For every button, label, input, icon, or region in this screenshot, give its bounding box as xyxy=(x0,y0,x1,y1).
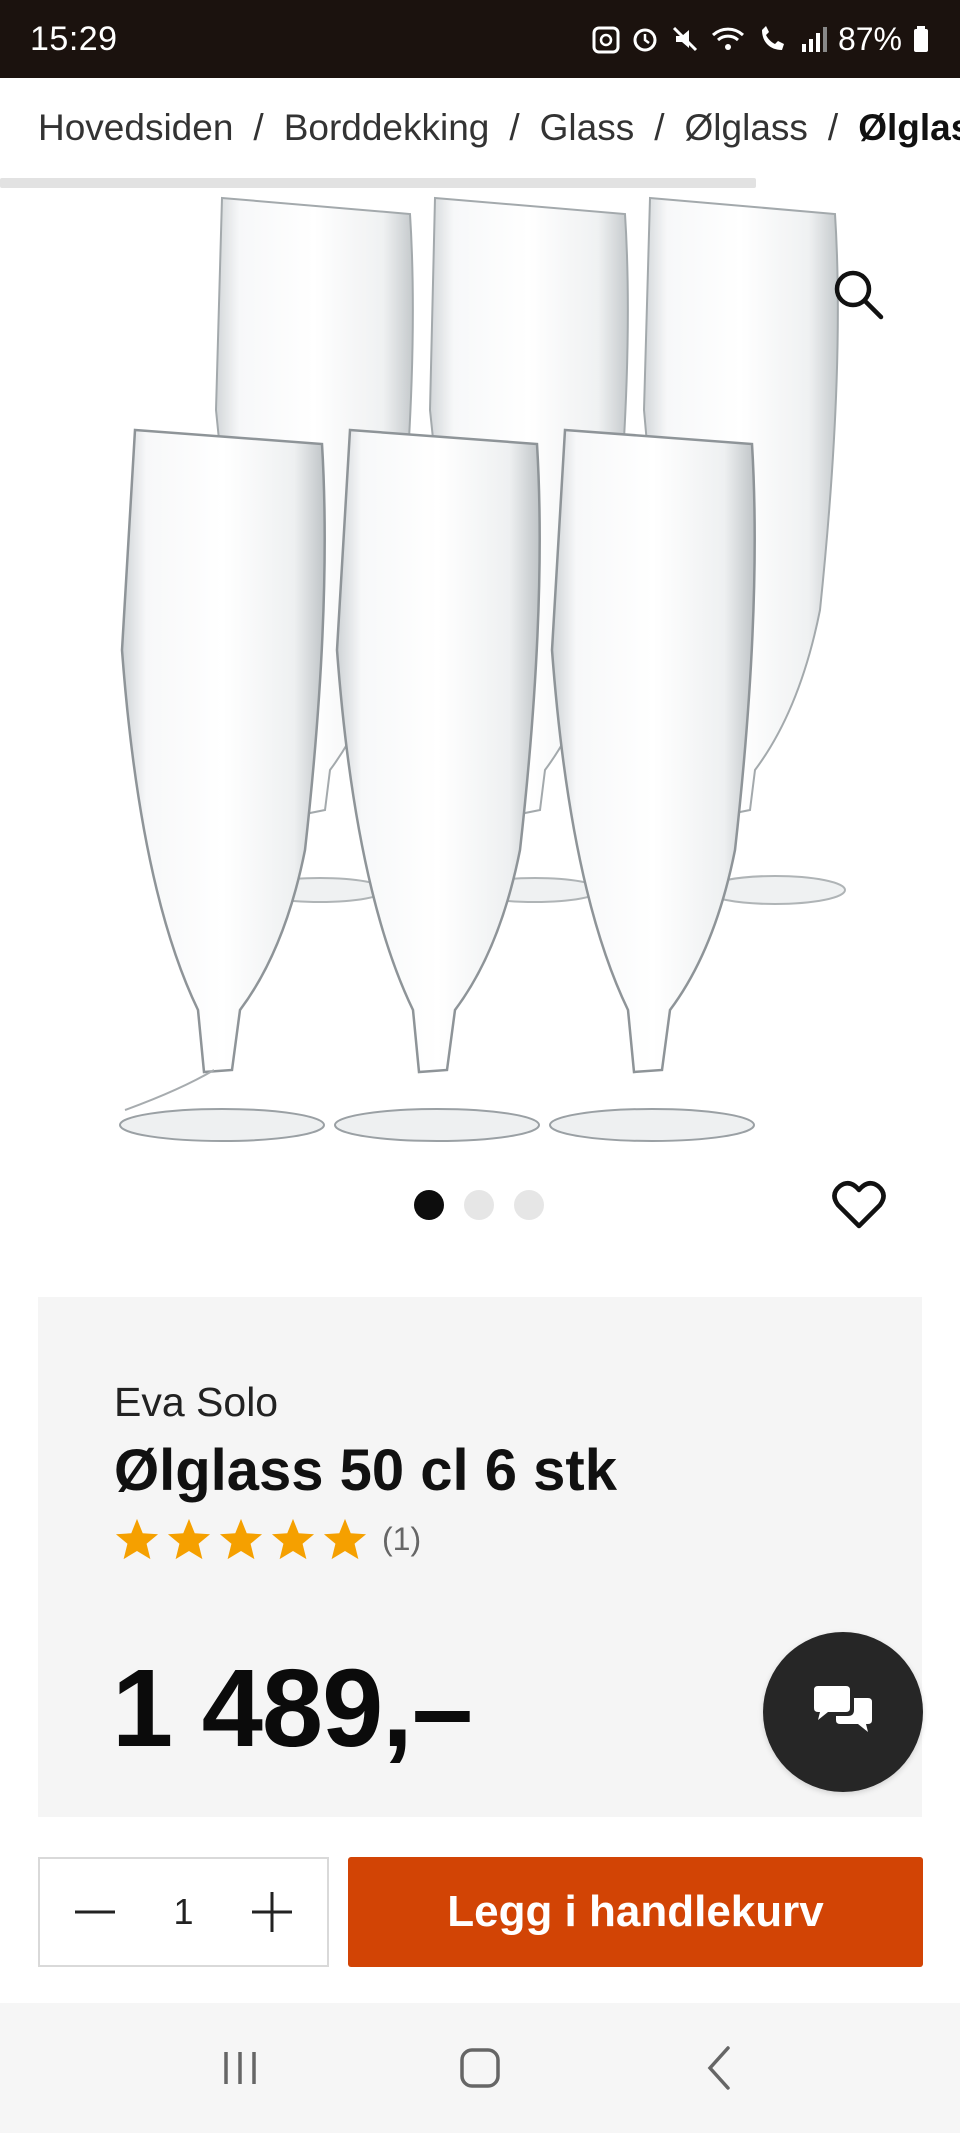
battery-icon xyxy=(912,24,930,54)
star-icon xyxy=(271,1518,315,1560)
quantity-stepper: 1 xyxy=(38,1857,329,1967)
breadcrumb-current: Ølglass 50 cl 6 stk xyxy=(858,107,960,148)
recent-apps-icon xyxy=(224,2052,256,2084)
mute-icon xyxy=(670,24,700,54)
recent-apps-button[interactable] xyxy=(200,2028,280,2108)
add-to-cart-button[interactable]: Legg i handlekurv xyxy=(348,1857,923,1967)
breadcrumb-link-glass[interactable]: Glass xyxy=(540,107,635,149)
chat-icon xyxy=(814,1686,872,1732)
wifi-calling-icon xyxy=(756,24,790,54)
breadcrumb-separator: / xyxy=(253,107,264,148)
product-image[interactable] xyxy=(0,190,960,1170)
alarm-icon xyxy=(630,24,660,54)
glass-front-left xyxy=(119,428,326,1142)
home-button[interactable] xyxy=(440,2028,520,2108)
carousel-dot-2[interactable] xyxy=(464,1190,494,1220)
chat-button[interactable] xyxy=(763,1632,923,1792)
product-rating[interactable]: (1) xyxy=(114,1517,421,1561)
system-nav-bar xyxy=(0,2003,960,2133)
breadcrumb-link-borddekking[interactable]: Borddekking xyxy=(284,107,490,149)
data-saver-icon xyxy=(592,24,620,54)
glasses-illustration xyxy=(119,196,846,1142)
status-icons: 87% xyxy=(592,21,930,58)
increase-quantity-button[interactable] xyxy=(247,1887,297,1937)
plus-icon xyxy=(252,1892,292,1932)
carousel-dot-1[interactable] xyxy=(414,1190,444,1220)
wishlist-button[interactable] xyxy=(828,1174,890,1236)
search-icon xyxy=(834,270,884,320)
breadcrumb-separator: / xyxy=(827,107,839,148)
glass-front-middle xyxy=(334,428,541,1142)
status-bar: 15:29 87% xyxy=(0,0,960,78)
minus-icon xyxy=(75,1910,115,1914)
carousel-dot-3[interactable] xyxy=(514,1190,544,1220)
wifi-icon xyxy=(710,24,746,54)
product-price: 1 489,– xyxy=(112,1647,473,1770)
product-title: Ølglass 50 cl 6 stk xyxy=(114,1438,617,1503)
carousel-dots xyxy=(414,1190,544,1220)
decrease-quantity-button[interactable] xyxy=(70,1887,120,1937)
battery-percent: 87% xyxy=(837,20,902,57)
breadcrumb-separator: / xyxy=(654,107,665,148)
status-time: 15:29 xyxy=(30,19,118,58)
heart-icon xyxy=(832,1181,886,1229)
back-icon xyxy=(707,2046,730,2090)
glass-front-right xyxy=(549,428,756,1142)
zoom-button[interactable] xyxy=(826,262,890,326)
breadcrumb-link-olglass[interactable]: Ølglass xyxy=(685,107,808,149)
home-icon xyxy=(460,2048,500,2088)
star-icon xyxy=(115,1518,159,1560)
breadcrumb: Hovedsiden / Borddekking / Glass / Ølgla… xyxy=(0,78,960,178)
star-icon xyxy=(167,1518,211,1560)
rating-count: (1) xyxy=(382,1520,422,1557)
breadcrumb-scrollbar[interactable] xyxy=(0,178,756,188)
breadcrumb-link-home[interactable]: Hovedsiden xyxy=(38,107,233,149)
star-icon xyxy=(219,1518,263,1560)
quantity-value[interactable]: 1 xyxy=(173,1891,193,1933)
signal-icon xyxy=(800,24,828,54)
star-icon xyxy=(323,1518,367,1560)
product-brand[interactable]: Eva Solo xyxy=(114,1379,278,1426)
back-button[interactable] xyxy=(680,2028,760,2108)
breadcrumb-separator: / xyxy=(509,107,520,148)
